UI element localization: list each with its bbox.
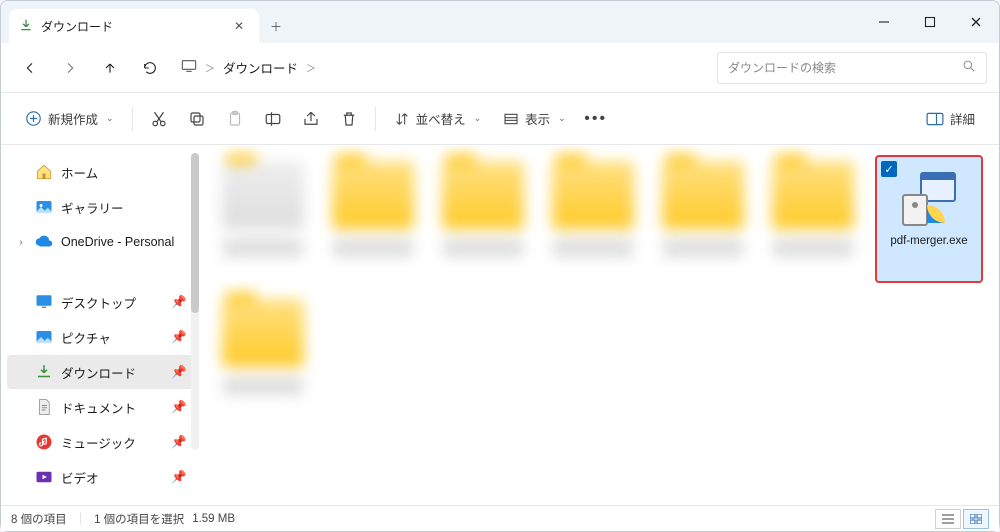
sidebar-item-onedrive[interactable]: › OneDrive - Personal <box>7 225 195 259</box>
check-icon: ✓ <box>881 161 897 177</box>
sidebar-item-pictures[interactable]: ピクチャ📌 <box>7 320 195 354</box>
status-count: 8 個の項目 <box>11 511 67 527</box>
statusbar: 8 個の項目 ｜ 1 個の項目を選択 1.59 MB <box>1 505 999 531</box>
search-icon <box>962 59 976 76</box>
status-size: 1.59 MB <box>192 513 235 525</box>
video-icon <box>35 468 53 486</box>
file-item[interactable] <box>435 155 531 279</box>
back-button[interactable] <box>13 51 47 85</box>
main: ホーム ギャラリー › OneDrive - Personal デスクトップ📌 … <box>1 145 999 505</box>
separator <box>132 107 133 131</box>
chevron-right-icon: ＞ <box>306 60 316 75</box>
file-item[interactable] <box>215 293 311 417</box>
details-pane-button[interactable]: 詳細 <box>916 101 985 137</box>
addressbar: ＞ ダウンロード ＞ ダウンロードの検索 <box>1 43 999 93</box>
sidebar-item-desktop[interactable]: デスクトップ📌 <box>7 285 195 319</box>
new-button[interactable]: 新規作成 ⌄ <box>15 101 124 137</box>
cloud-icon <box>35 233 53 251</box>
gallery-icon <box>35 198 53 216</box>
document-icon <box>35 398 53 416</box>
search-placeholder: ダウンロードの検索 <box>728 59 954 76</box>
file-item[interactable] <box>655 155 751 279</box>
copy-button[interactable] <box>179 101 215 137</box>
separator <box>375 107 376 131</box>
delete-button[interactable] <box>331 101 367 137</box>
view-list-button[interactable] <box>935 509 961 529</box>
share-button[interactable] <box>293 101 329 137</box>
download-icon <box>19 18 33 35</box>
tab-downloads[interactable]: ダウンロード ✕ <box>9 9 259 43</box>
file-explorer-window: ダウンロード ✕ ＋ ＞ ダウンロード ＞ ダウンロードの検索 新規作成 <box>0 0 1000 532</box>
sidebar-scrollbar[interactable] <box>191 153 199 450</box>
view-grid-button[interactable] <box>963 509 989 529</box>
cut-button[interactable] <box>141 101 177 137</box>
file-item[interactable] <box>215 155 311 279</box>
maximize-button[interactable] <box>907 1 953 43</box>
download-icon <box>35 363 53 381</box>
search-input[interactable]: ダウンロードの検索 <box>717 52 987 84</box>
pin-icon: 📌 <box>171 295 187 310</box>
sidebar: ホーム ギャラリー › OneDrive - Personal デスクトップ📌 … <box>1 145 201 505</box>
chevron-down-icon: ⌄ <box>558 113 566 124</box>
chevron-right-icon: ＞ <box>205 60 215 75</box>
desktop-icon <box>35 293 53 311</box>
toolbar: 新規作成 ⌄ 並べ替え ⌄ 表示 ⌄ ••• 詳細 <box>1 93 999 145</box>
file-item[interactable] <box>545 155 641 279</box>
chevron-down-icon: ⌄ <box>106 113 114 124</box>
forward-button[interactable] <box>53 51 87 85</box>
sidebar-item-videos[interactable]: ビデオ📌 <box>7 460 195 494</box>
sidebar-item-music[interactable]: ミュージック📌 <box>7 425 195 459</box>
sidebar-item-home[interactable]: ホーム <box>7 155 195 189</box>
home-icon <box>35 163 53 181</box>
chevron-down-icon: ⌄ <box>474 113 482 124</box>
pictures-icon <box>35 328 53 346</box>
pin-icon: 📌 <box>171 470 187 485</box>
new-tab-button[interactable]: ＋ <box>259 9 293 43</box>
installer-icon <box>897 167 961 231</box>
rename-button[interactable] <box>255 101 291 137</box>
status-selected: 1 個の項目を選択 <box>94 511 184 527</box>
pc-icon <box>181 59 197 76</box>
breadcrumb-item[interactable]: ダウンロード <box>223 58 298 77</box>
content-area[interactable]: ✓ pdf-merger.exe <box>201 145 999 505</box>
view-button[interactable]: 表示 ⌄ <box>493 101 576 137</box>
sidebar-item-documents[interactable]: ドキュメント📌 <box>7 390 195 424</box>
up-button[interactable] <box>93 51 127 85</box>
file-label: pdf-merger.exe <box>890 235 967 247</box>
tab-title: ダウンロード <box>41 18 221 35</box>
titlebar: ダウンロード ✕ ＋ <box>1 1 999 43</box>
tab-close-button[interactable]: ✕ <box>229 19 249 33</box>
pin-icon: 📌 <box>171 365 187 380</box>
minimize-button[interactable] <box>861 1 907 43</box>
more-button[interactable]: ••• <box>578 101 614 137</box>
close-button[interactable] <box>953 1 999 43</box>
file-item[interactable] <box>765 155 861 279</box>
scrollbar-thumb[interactable] <box>191 153 199 313</box>
pin-icon: 📌 <box>171 400 187 415</box>
file-item[interactable] <box>325 155 421 279</box>
sidebar-item-downloads[interactable]: ダウンロード📌 <box>7 355 195 389</box>
window-controls <box>861 1 999 43</box>
refresh-button[interactable] <box>133 51 167 85</box>
breadcrumb[interactable]: ＞ ダウンロード ＞ <box>173 58 711 77</box>
sidebar-item-gallery[interactable]: ギャラリー <box>7 190 195 224</box>
paste-button[interactable] <box>217 101 253 137</box>
pin-icon: 📌 <box>171 435 187 450</box>
chevron-right-icon[interactable]: › <box>15 237 27 248</box>
sort-button[interactable]: 並べ替え ⌄ <box>384 101 492 137</box>
music-icon <box>35 433 53 451</box>
pin-icon: 📌 <box>171 330 187 345</box>
file-item-selected[interactable]: ✓ pdf-merger.exe <box>875 155 983 283</box>
